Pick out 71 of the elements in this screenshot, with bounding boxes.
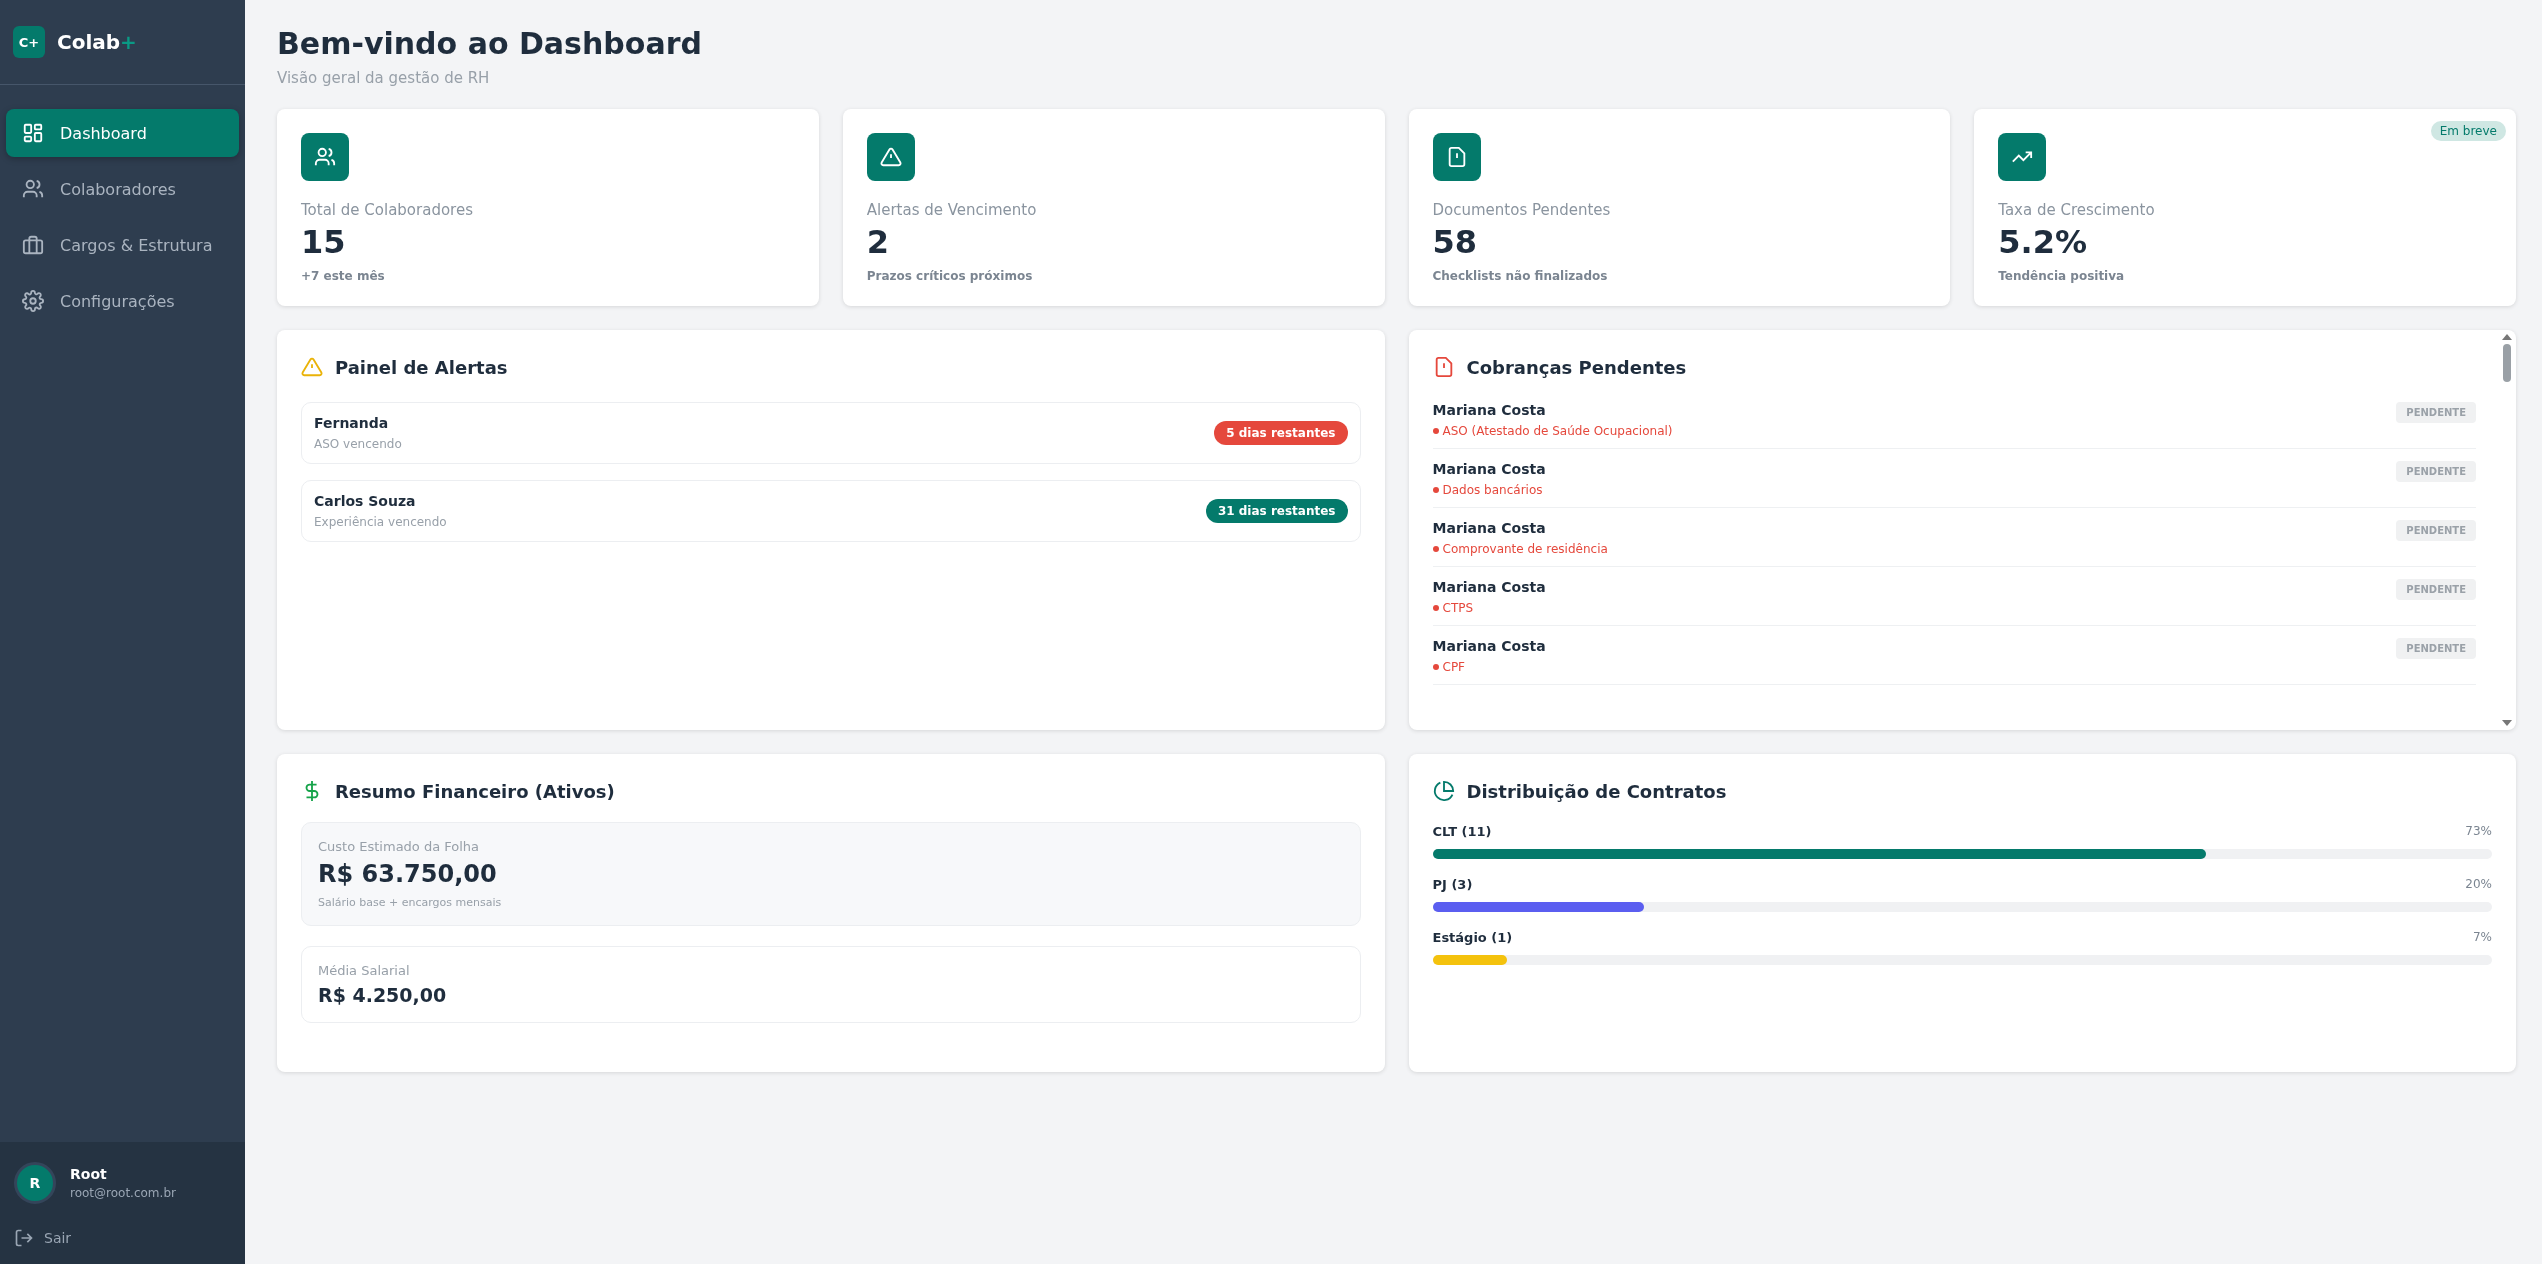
panel-title: Distribuição de Contratos bbox=[1466, 780, 1727, 802]
stat-label: Alertas de Vencimento bbox=[866, 201, 1038, 219]
payroll-label: Custo Estimado da Folha bbox=[318, 839, 481, 854]
pending-document: ASO (Atestado de Saúde Ocupacional) bbox=[1432, 424, 1673, 438]
warning-icon bbox=[879, 146, 902, 168]
alert-detail: ASO vencendo bbox=[314, 437, 402, 451]
settings-icon bbox=[22, 290, 44, 312]
nav-item[interactable]: Configurações bbox=[6, 277, 239, 325]
user-email: root@root.com.br bbox=[70, 1186, 176, 1200]
user-avatar: R bbox=[14, 1162, 56, 1204]
contract-type-label: CLT (11) bbox=[1432, 824, 1492, 839]
pending-document: CPF bbox=[1432, 660, 1546, 674]
users-icon bbox=[22, 178, 44, 200]
days-remaining-badge: 31 dias restantes bbox=[1205, 499, 1348, 523]
alert-detail: Experiência vencendo bbox=[314, 515, 447, 529]
stat-value: 15 bbox=[301, 223, 347, 261]
status-badge: PENDENTE bbox=[2396, 638, 2476, 659]
stat-label: Documentos Pendentes bbox=[1432, 201, 1612, 219]
status-badge: PENDENTE bbox=[2396, 461, 2476, 482]
status-badge: PENDENTE bbox=[2396, 402, 2476, 423]
logout-link[interactable]: Sair bbox=[14, 1228, 231, 1248]
days-remaining-badge: 5 dias restantes bbox=[1214, 421, 1348, 445]
pie-chart-icon bbox=[1432, 780, 1455, 802]
page-title: Bem-vindo ao Dashboard bbox=[277, 26, 703, 61]
stat-note: Prazos críticos próximos bbox=[866, 269, 1034, 283]
nav-item[interactable]: Dashboard bbox=[6, 109, 239, 157]
average-salary-value: R$ 4.250,00 bbox=[318, 984, 448, 1006]
stat-label: Taxa de Crescimento bbox=[1998, 201, 2156, 219]
employee-name: Mariana Costa bbox=[1432, 402, 1547, 418]
panel-title: Cobranças Pendentes bbox=[1466, 356, 1687, 378]
contract-percent: 73% bbox=[2465, 824, 2492, 839]
employee-name: Mariana Costa bbox=[1432, 579, 1546, 595]
pending-document: Dados bancários bbox=[1432, 483, 1546, 497]
employee-name: Mariana Costa bbox=[1432, 461, 1546, 477]
average-salary-label: Média Salarial bbox=[318, 963, 411, 978]
status-badge: PENDENTE bbox=[2396, 520, 2476, 541]
employee-name: Mariana Costa bbox=[1432, 638, 1546, 654]
stat-value: 58 bbox=[1432, 223, 1479, 261]
contract-type-label: Estágio (1) bbox=[1432, 930, 1513, 945]
employee-name: Mariana Costa bbox=[1432, 520, 1547, 536]
stat-note: +7 este mês bbox=[301, 269, 386, 283]
payroll-value: R$ 63.750,00 bbox=[318, 860, 498, 888]
stat-label: Total de Colaboradores bbox=[301, 201, 474, 219]
coming-soon-badge: Em breve bbox=[2430, 121, 2506, 141]
pending-document: CTPS bbox=[1432, 601, 1546, 615]
pending-document: Comprovante de residência bbox=[1432, 542, 1608, 556]
brand-name: Colab+ bbox=[57, 30, 137, 54]
logo-mark: C+ bbox=[13, 26, 45, 58]
warning-icon bbox=[301, 356, 323, 378]
stat-value: 2 bbox=[866, 223, 890, 261]
contract-type-label: PJ (3) bbox=[1432, 877, 1473, 892]
contract-percent: 7% bbox=[2472, 930, 2492, 945]
panel-title: Resumo Financeiro (Ativos) bbox=[335, 780, 615, 802]
nav-item[interactable]: Cargos & Estrutura bbox=[6, 221, 239, 269]
payroll-note: Salário base + encargos mensais bbox=[318, 896, 503, 909]
stat-note: Tendência positiva bbox=[1998, 269, 2126, 283]
grid-icon bbox=[22, 122, 44, 144]
panel-title: Painel de Alertas bbox=[335, 356, 508, 378]
employee-name: Fernanda bbox=[314, 415, 390, 431]
status-badge: PENDENTE bbox=[2396, 579, 2476, 600]
scrollbar[interactable] bbox=[2501, 334, 2513, 726]
briefcase-icon bbox=[22, 234, 44, 256]
employee-name: Carlos Souza bbox=[314, 493, 417, 509]
logout-icon bbox=[14, 1228, 34, 1248]
user-name: Root bbox=[70, 1166, 108, 1182]
contract-percent: 20% bbox=[2465, 877, 2492, 892]
nav-item[interactable]: Colaboradores bbox=[6, 165, 239, 213]
page-subtitle: Visão geral da gestão de RH bbox=[277, 69, 491, 87]
users-icon bbox=[314, 146, 336, 168]
stat-value: 5.2% bbox=[1998, 223, 2088, 261]
stat-note: Checklists não finalizados bbox=[1432, 269, 1609, 283]
